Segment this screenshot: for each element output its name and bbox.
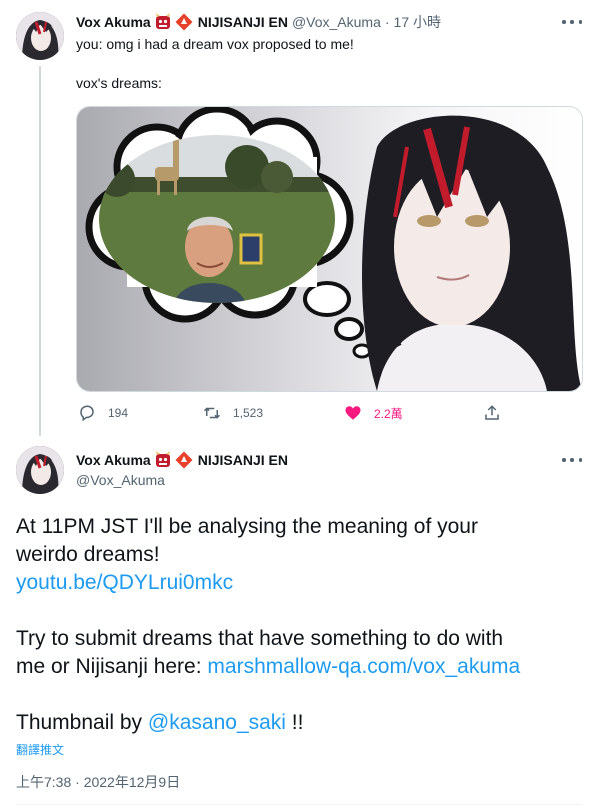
display-name[interactable]: Vox Akuma — [76, 452, 151, 468]
retweet-count: 1,523 — [233, 406, 264, 420]
handle[interactable]: @Vox_Akuma — [76, 472, 165, 488]
share-icon — [485, 405, 499, 420]
tweet1-text-line2: vox's dreams: — [76, 75, 162, 91]
oni-mask-emoji-icon — [154, 451, 172, 469]
more-options-icon[interactable] — [562, 19, 582, 25]
time-separator: · — [384, 14, 390, 30]
avatar[interactable] — [16, 12, 64, 60]
org-label[interactable]: NIJISANJI EN — [198, 452, 288, 468]
marshmallow-link[interactable]: marshmallow-qa.com/vox_akuma — [207, 655, 520, 678]
tweet-media-image[interactable] — [76, 106, 583, 392]
avatar[interactable] — [16, 446, 64, 494]
tweet1-header: Vox Akuma NIJISANJI EN @Vox_Akuma · 17 小… — [76, 12, 441, 32]
org-label[interactable]: NIJISANJI EN — [198, 14, 288, 30]
youtube-link[interactable]: youtu.be/QDYLrui0mkc — [16, 571, 233, 594]
reply-count: 194 — [108, 406, 129, 420]
affiliate-badge-icon[interactable] — [175, 13, 193, 31]
body-line: Try to submit dreams that have something… — [16, 627, 504, 650]
body-line: At 11PM JST I'll be analysing the meanin… — [16, 515, 478, 538]
body-line: weirdo dreams! — [16, 543, 160, 566]
tweet2-body: At 11PM JST I'll be analysing the meanin… — [16, 513, 586, 737]
handle[interactable]: @Vox_Akuma — [292, 14, 381, 30]
bottom-divider — [16, 804, 582, 805]
thread-connector-line — [39, 66, 41, 436]
avatar-image — [16, 446, 64, 494]
translate-tweet-link[interactable]: 翻譯推文 — [16, 741, 64, 758]
more-options-icon[interactable] — [562, 457, 582, 463]
body-line: me or Nijisanji here: — [16, 655, 208, 678]
dream-meme-illustration — [77, 107, 582, 391]
tweet1-text-line1: you: omg i had a dream vox proposed to m… — [76, 36, 354, 52]
timestamp[interactable]: 17 小時 — [394, 12, 441, 32]
heart-filled-icon — [345, 406, 361, 420]
body-line: !! — [285, 711, 304, 734]
tweet-timestamp[interactable]: 上午7:38 · 2022年12月9日 — [16, 772, 180, 792]
like-count: 2.2萬 — [374, 406, 403, 421]
reply-icon — [80, 405, 94, 422]
display-name[interactable]: Vox Akuma — [76, 14, 151, 30]
retweet-action[interactable]: 1,523 — [203, 404, 263, 422]
avatar-image — [16, 12, 64, 60]
like-action[interactable]: 2.2萬 — [344, 404, 403, 422]
reply-action[interactable]: 194 — [78, 404, 128, 422]
affiliate-badge-icon[interactable] — [175, 451, 193, 469]
share-action[interactable] — [483, 404, 501, 422]
tweet2-header: Vox Akuma NIJISANJI EN — [76, 451, 288, 469]
body-line: Thumbnail by — [16, 711, 148, 734]
oni-mask-emoji-icon — [154, 13, 172, 31]
mention-link[interactable]: @kasano_saki — [148, 711, 286, 734]
retweet-icon — [203, 407, 221, 419]
